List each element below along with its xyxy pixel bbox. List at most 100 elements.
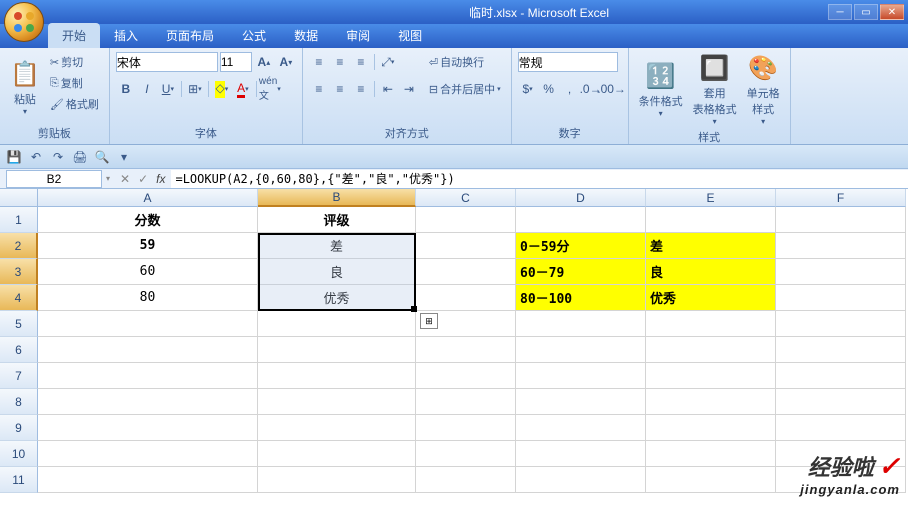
tab-home[interactable]: 开始: [48, 23, 100, 48]
phonetic-button[interactable]: wén文▾: [260, 79, 280, 99]
col-header-A[interactable]: A: [38, 189, 258, 207]
cell-E4[interactable]: 优秀: [646, 285, 776, 311]
cell-F8[interactable]: [776, 389, 906, 415]
paste-button[interactable]: 📋 粘贴 ▾: [6, 52, 44, 124]
enter-icon[interactable]: ✓: [136, 172, 150, 186]
grow-font-button[interactable]: A▴: [254, 52, 274, 72]
comma-button[interactable]: ,: [560, 79, 580, 99]
cut-button[interactable]: ✂剪切: [46, 52, 103, 72]
tab-review[interactable]: 审阅: [332, 23, 384, 48]
cell-B1[interactable]: 评级: [258, 207, 416, 233]
cell-E7[interactable]: [646, 363, 776, 389]
row-header-9[interactable]: 9: [0, 415, 38, 441]
cancel-icon[interactable]: ✕: [114, 172, 136, 186]
table-format-button[interactable]: 🔲套用 表格格式▾: [689, 52, 741, 128]
row-header-10[interactable]: 10: [0, 441, 38, 467]
select-all-corner[interactable]: [0, 189, 38, 207]
tab-view[interactable]: 视图: [384, 23, 436, 48]
cell-E8[interactable]: [646, 389, 776, 415]
cell-C10[interactable]: [416, 441, 516, 467]
cell-D4[interactable]: 80－100: [516, 285, 646, 311]
cell-D7[interactable]: [516, 363, 646, 389]
font-size-input[interactable]: [220, 52, 252, 72]
cell-D11[interactable]: [516, 467, 646, 493]
maximize-button[interactable]: ▭: [854, 4, 878, 20]
cell-A5[interactable]: [38, 311, 258, 337]
cell-F7[interactable]: [776, 363, 906, 389]
cell-A4[interactable]: 80: [38, 285, 258, 311]
orientation-button[interactable]: ⤢▾: [378, 52, 398, 72]
cell-E1[interactable]: [646, 207, 776, 233]
cell-C2[interactable]: [416, 233, 516, 259]
row-header-6[interactable]: 6: [0, 337, 38, 363]
cell-E5[interactable]: [646, 311, 776, 337]
merge-button[interactable]: ⊟合并后居中▾: [425, 79, 505, 99]
col-header-D[interactable]: D: [516, 189, 646, 207]
row-header-4[interactable]: 4: [0, 285, 38, 311]
align-left-button[interactable]: ≡: [309, 79, 329, 99]
cell-A3[interactable]: 60: [38, 259, 258, 285]
cell-E6[interactable]: [646, 337, 776, 363]
fill-color-button[interactable]: ◇▾: [212, 79, 232, 99]
cell-F2[interactable]: [776, 233, 906, 259]
cell-B11[interactable]: [258, 467, 416, 493]
cell-A10[interactable]: [38, 441, 258, 467]
minimize-button[interactable]: ─: [828, 4, 852, 20]
font-name-input[interactable]: [116, 52, 218, 72]
cell-D1[interactable]: [516, 207, 646, 233]
number-format-select[interactable]: [518, 52, 618, 72]
cell-C1[interactable]: [416, 207, 516, 233]
cell-A9[interactable]: [38, 415, 258, 441]
cell-B7[interactable]: [258, 363, 416, 389]
align-right-button[interactable]: ≡: [351, 79, 371, 99]
cell-C9[interactable]: [416, 415, 516, 441]
fx-icon[interactable]: fx: [150, 172, 171, 186]
cell-D6[interactable]: [516, 337, 646, 363]
cell-D3[interactable]: 60－79: [516, 259, 646, 285]
redo-button[interactable]: ↷: [48, 147, 68, 167]
row-header-7[interactable]: 7: [0, 363, 38, 389]
align-center-button[interactable]: ≡: [330, 79, 350, 99]
row-header-2[interactable]: 2: [0, 233, 38, 259]
copy-button[interactable]: ⎘复制: [46, 73, 103, 93]
row-header-8[interactable]: 8: [0, 389, 38, 415]
font-color-button[interactable]: A▾: [233, 79, 253, 99]
cell-E11[interactable]: [646, 467, 776, 493]
bold-button[interactable]: B: [116, 79, 136, 99]
cell-D8[interactable]: [516, 389, 646, 415]
cell-B10[interactable]: [258, 441, 416, 467]
cell-B4[interactable]: 优秀: [258, 285, 416, 311]
col-header-E[interactable]: E: [646, 189, 776, 207]
cell-D5[interactable]: [516, 311, 646, 337]
dec-decimal-button[interactable]: .00→: [602, 79, 622, 99]
align-top-button[interactable]: ≡: [309, 52, 329, 72]
col-header-F[interactable]: F: [776, 189, 906, 207]
close-button[interactable]: ✕: [880, 4, 904, 20]
percent-button[interactable]: %: [539, 79, 559, 99]
name-box[interactable]: [6, 170, 102, 188]
cell-B2[interactable]: 差: [258, 233, 416, 259]
cell-F9[interactable]: [776, 415, 906, 441]
cond-format-button[interactable]: 🔢条件格式▾: [635, 52, 687, 128]
print-button[interactable]: 🖨: [70, 147, 90, 167]
cell-D10[interactable]: [516, 441, 646, 467]
cell-B8[interactable]: [258, 389, 416, 415]
cell-A11[interactable]: [38, 467, 258, 493]
col-header-C[interactable]: C: [416, 189, 516, 207]
cell-B5[interactable]: [258, 311, 416, 337]
row-header-3[interactable]: 3: [0, 259, 38, 285]
cell-A6[interactable]: [38, 337, 258, 363]
indent-inc-button[interactable]: ⇥: [399, 79, 419, 99]
cell-E10[interactable]: [646, 441, 776, 467]
cell-F5[interactable]: [776, 311, 906, 337]
align-middle-button[interactable]: ≡: [330, 52, 350, 72]
cell-C3[interactable]: [416, 259, 516, 285]
cell-F4[interactable]: [776, 285, 906, 311]
tab-insert[interactable]: 插入: [100, 23, 152, 48]
cell-E9[interactable]: [646, 415, 776, 441]
cell-B9[interactable]: [258, 415, 416, 441]
cell-D2[interactable]: 0－59分: [516, 233, 646, 259]
cell-F3[interactable]: [776, 259, 906, 285]
align-bottom-button[interactable]: ≡: [351, 52, 371, 72]
cell-A1[interactable]: 分数: [38, 207, 258, 233]
